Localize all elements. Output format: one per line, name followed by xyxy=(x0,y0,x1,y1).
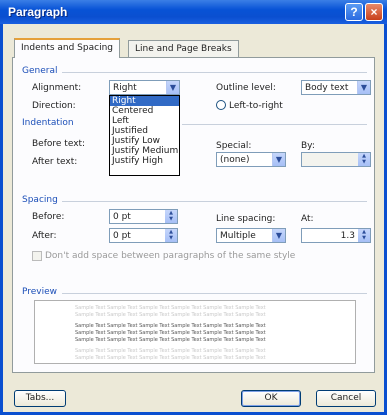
divider xyxy=(182,124,367,125)
close-icon[interactable]: × xyxy=(365,3,383,21)
line-spacing-label: Line spacing: xyxy=(216,214,276,224)
preview-text-line: Sample Text Sample Text Sample Text Samp… xyxy=(75,305,266,311)
left-to-right-label: Left-to-right xyxy=(229,101,283,111)
alignment-option[interactable]: Centered xyxy=(110,106,179,116)
spacing-after-label: After: xyxy=(32,231,57,241)
divider xyxy=(62,72,367,73)
spacing-after-value: 0 pt xyxy=(113,231,131,241)
alignment-dropdown[interactable]: Right ▼ xyxy=(109,80,180,95)
alignment-value: Right xyxy=(113,83,137,93)
alignment-option[interactable]: Left xyxy=(110,116,179,126)
spacing-after-spinner[interactable]: 0 pt ▲ ▼ xyxy=(109,228,178,243)
at-value: 1.3 xyxy=(340,231,355,241)
preview-text-line: Sample Text Sample Text Sample Text Samp… xyxy=(75,355,266,361)
preview-box: Sample Text Sample Text Sample Text Samp… xyxy=(34,300,356,364)
help-icon[interactable]: ? xyxy=(345,3,363,21)
alignment-option[interactable]: Justified xyxy=(110,126,179,136)
chevron-down-icon[interactable]: ▼ xyxy=(272,229,285,242)
by-label: By: xyxy=(301,141,315,151)
dont-add-space-checkbox[interactable] xyxy=(32,251,42,261)
title-bar: Paragraph ? × xyxy=(0,0,387,24)
at-spinner[interactable]: 1.3 ▲ ▼ xyxy=(301,228,371,243)
alignment-option[interactable]: Justify Medium xyxy=(110,146,179,156)
alignment-label: Alignment: xyxy=(32,83,82,93)
preview-text-line: Sample Text Sample Text Sample Text Samp… xyxy=(75,323,266,329)
outline-level-dropdown[interactable]: Body text ▼ xyxy=(301,80,371,95)
preview-text-line: Sample Text Sample Text Sample Text Samp… xyxy=(75,348,266,354)
direction-label: Direction: xyxy=(32,101,76,111)
left-to-right-radio[interactable] xyxy=(216,100,226,110)
divider xyxy=(62,201,367,202)
outline-level-value: Body text xyxy=(305,83,349,93)
line-spacing-dropdown[interactable]: Multiple ▼ xyxy=(216,228,286,243)
section-spacing: Spacing xyxy=(22,195,58,205)
ok-button[interactable]: OK xyxy=(241,390,301,407)
alignment-options-list[interactable]: Right Centered Left Justified Justify Lo… xyxy=(109,95,180,176)
spinner-arrows-icon[interactable]: ▲ ▼ xyxy=(165,229,177,242)
tabs-button[interactable]: Tabs... xyxy=(14,390,66,407)
outline-level-label: Outline level: xyxy=(216,83,276,93)
section-preview: Preview xyxy=(22,287,58,297)
line-spacing-value: Multiple xyxy=(220,231,256,241)
cancel-button[interactable]: Cancel xyxy=(316,390,376,407)
special-dropdown[interactable]: (none) ▼ xyxy=(216,152,286,167)
divider xyxy=(62,293,367,294)
alignment-option[interactable]: Justify High xyxy=(110,156,179,166)
chevron-down-icon[interactable]: ▼ xyxy=(357,81,370,94)
section-general: General xyxy=(22,66,58,76)
alignment-option[interactable]: Justify Low xyxy=(110,136,179,146)
after-text-label: After text: xyxy=(32,157,78,167)
tab-indents-and-spacing[interactable]: Indents and Spacing xyxy=(14,38,120,58)
preview-text-line: Sample Text Sample Text Sample Text Samp… xyxy=(75,337,266,343)
tab-line-and-page-breaks[interactable]: Line and Page Breaks xyxy=(128,40,239,57)
before-text-label: Before text: xyxy=(32,139,86,149)
spacing-before-value: 0 pt xyxy=(113,212,131,222)
spinner-arrows-icon[interactable]: ▲ ▼ xyxy=(358,153,370,166)
by-spinner[interactable]: ▲ ▼ xyxy=(301,152,371,167)
spinner-arrows-icon[interactable]: ▲ ▼ xyxy=(358,229,370,242)
section-indentation: Indentation xyxy=(22,118,74,128)
chevron-down-icon[interactable]: ▼ xyxy=(166,81,179,94)
spinner-arrows-icon[interactable]: ▲ ▼ xyxy=(165,210,177,223)
spacing-before-spinner[interactable]: 0 pt ▲ ▼ xyxy=(109,209,178,224)
special-label: Special: xyxy=(216,141,252,151)
chevron-down-icon[interactable]: ▼ xyxy=(272,153,285,166)
at-label: At: xyxy=(301,214,314,224)
spacing-before-label: Before: xyxy=(32,212,65,222)
special-value: (none) xyxy=(220,155,250,165)
preview-text-line: Sample Text Sample Text Sample Text Samp… xyxy=(75,330,266,336)
alignment-option[interactable]: Right xyxy=(110,96,179,106)
preview-text-line: Sample Text Sample Text Sample Text Samp… xyxy=(75,312,266,318)
dont-add-space-label: Don't add space between paragraphs of th… xyxy=(45,251,296,261)
window-title: Paragraph xyxy=(8,5,68,19)
